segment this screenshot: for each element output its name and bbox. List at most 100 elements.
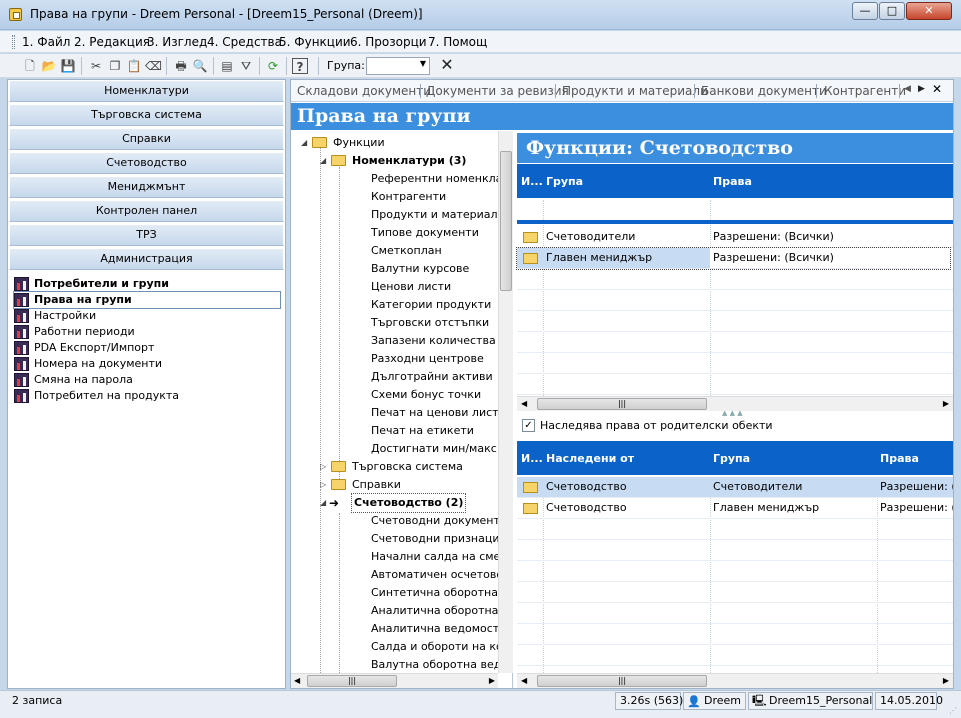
tree-leaf[interactable]: Контрагенти: [371, 188, 446, 206]
tree-leaf[interactable]: Ценови листи: [371, 278, 451, 296]
tab-close-icon[interactable]: ✕: [932, 82, 942, 96]
tree-leaf[interactable]: Автоматичен осчетово: [371, 566, 503, 584]
scroll-left-icon[interactable]: ◀: [521, 676, 527, 685]
tree-leaf[interactable]: Счетоводни признаци: [371, 530, 499, 548]
menu-functions[interactable]: 5. Функции: [279, 35, 351, 49]
scroll-right-icon[interactable]: ▶: [943, 676, 949, 685]
tree-leaf[interactable]: Печат на ценови листи: [371, 404, 506, 422]
scroll-right-icon[interactable]: ▶: [489, 676, 495, 685]
nav-item-users-groups[interactable]: Потребители и групи: [14, 276, 169, 292]
nav-item-document-numbers[interactable]: Номера на документи: [14, 356, 162, 372]
open-folder-icon[interactable]: 📂: [41, 58, 57, 74]
tree-leaf[interactable]: Типове документи: [371, 224, 479, 242]
menu-windows[interactable]: 6. Прозорци: [350, 35, 427, 49]
filter-icon[interactable]: ⛛: [238, 58, 254, 74]
nav-section-reports[interactable]: Справки: [9, 128, 284, 150]
tree-leaf[interactable]: Салда и обороти на ко: [371, 638, 503, 656]
menu-file[interactable]: 1. Файл: [22, 35, 70, 49]
scroll-thumb[interactable]: [500, 151, 512, 291]
tree-vertical-scrollbar[interactable]: [498, 131, 513, 673]
tree-leaf[interactable]: Счетоводни документи: [371, 512, 507, 530]
tree-leaf[interactable]: Начални салда на смет: [371, 548, 507, 566]
tree-leaf[interactable]: Валутна оборотна ведо: [371, 656, 508, 674]
cell-rights[interactable]: Разрешени: (Всички): [710, 248, 950, 268]
app-icon[interactable]: [9, 8, 22, 21]
scroll-thumb[interactable]: |||: [307, 675, 397, 687]
nav-item-product-user[interactable]: Потребител на продукта: [14, 388, 179, 404]
table-row[interactable]: Главен мениджър Разрешени: (Всички): [516, 247, 951, 270]
tab-bank-documents[interactable]: Банкови документи: [701, 84, 827, 98]
column-header-rights[interactable]: Права: [880, 452, 919, 465]
print-icon[interactable]: 🖶: [173, 58, 189, 74]
tree-leaf[interactable]: Търговски отстъпки: [371, 314, 489, 332]
table-row[interactable]: Счетоводство Главен мениджър Разрешени: …: [517, 498, 953, 519]
scroll-left-icon[interactable]: ◀: [521, 399, 527, 408]
close-button[interactable]: ✕: [906, 2, 952, 20]
nav-item-change-password[interactable]: Смяна на парола: [14, 372, 133, 388]
column-header-index[interactable]: И...: [521, 175, 543, 188]
splitter-grip-icon[interactable]: ▲ ▲ ▲: [722, 409, 743, 417]
cut-icon[interactable]: ✂: [88, 58, 104, 74]
tree-leaf[interactable]: Достигнати мин/макс: [371, 440, 497, 458]
tree-leaf[interactable]: Аналитична ведомост: [371, 620, 499, 638]
tree-leaf[interactable]: Категории продукти: [371, 296, 491, 314]
table-row[interactable]: Счетоводство Счетоводители Разрешени: (В…: [517, 477, 953, 498]
tree-leaf[interactable]: Валутни курсове: [371, 260, 469, 278]
tree-leaf[interactable]: Разходни центрове: [371, 350, 484, 368]
tree-leaf[interactable]: Печат на етикети: [371, 422, 474, 440]
layout-icon[interactable]: ▤: [219, 58, 235, 74]
tree-leaf[interactable]: Продукти и материали: [371, 206, 505, 224]
nav-section-trade[interactable]: Търговска система: [9, 104, 284, 126]
clear-filter-icon[interactable]: ✕: [438, 56, 456, 74]
eraser-icon[interactable]: ⌫: [145, 58, 162, 74]
refresh-icon[interactable]: ⟳: [265, 58, 281, 74]
column-header-group[interactable]: Група: [546, 175, 583, 188]
menu-tools[interactable]: 4. Средства: [207, 35, 282, 49]
new-document-icon[interactable]: 🗋: [22, 58, 38, 74]
inherit-checkbox[interactable]: ✓: [522, 419, 535, 432]
tab-warehouse-documents[interactable]: Складови документи: [297, 84, 431, 98]
tree-leaf[interactable]: Сметкоплан: [371, 242, 442, 260]
tab-products-materials[interactable]: Продукти и материали: [562, 84, 708, 98]
nav-section-accounting[interactable]: Счетоводство: [9, 152, 284, 174]
nav-section-administration[interactable]: Администрация: [9, 248, 284, 270]
column-header-group[interactable]: Група: [713, 452, 750, 465]
nav-item-group-rights[interactable]: Права на групи: [13, 291, 281, 309]
maximize-button[interactable]: □: [879, 2, 905, 20]
resize-grip-icon[interactable]: ⋰: [949, 706, 959, 716]
nav-item-pda-export[interactable]: PDA Експорт/Импорт: [14, 340, 154, 356]
tree-leaf[interactable]: Запазени количества: [371, 332, 496, 350]
nav-item-work-periods[interactable]: Работни периоди: [14, 324, 135, 340]
scroll-left-icon[interactable]: ◀: [294, 676, 300, 685]
nav-section-payroll[interactable]: ТРЗ: [9, 224, 284, 246]
nav-section-control-panel[interactable]: Контролен панел: [9, 200, 284, 222]
tab-contractors[interactable]: Контрагенти: [824, 84, 906, 98]
print-preview-icon[interactable]: 🔍: [192, 58, 208, 74]
tree-leaf[interactable]: Аналитична оборотна: [371, 602, 498, 620]
tab-scroll-left-icon[interactable]: ◀: [904, 84, 911, 94]
paste-icon[interactable]: 📋: [126, 58, 142, 74]
save-icon[interactable]: 💾: [60, 58, 76, 74]
column-header-index[interactable]: И...: [521, 452, 543, 465]
scroll-right-icon[interactable]: ▶: [943, 399, 949, 408]
nav-item-settings[interactable]: Настройки: [14, 308, 96, 324]
menu-grip[interactable]: [12, 35, 15, 49]
inherited-grid-hscrollbar[interactable]: ◀ ||| ▶: [517, 673, 953, 688]
tree-leaf[interactable]: Синтетична оборотна: [371, 584, 498, 602]
menu-help[interactable]: 7. Помощ: [428, 35, 487, 49]
tab-revision-documents[interactable]: Документи за ревизия: [426, 84, 569, 98]
table-row[interactable]: Счетоводители Разрешени: (Всички): [517, 227, 953, 248]
scroll-thumb[interactable]: |||: [537, 398, 707, 410]
group-select[interactable]: ▼: [366, 57, 430, 75]
column-header-rights[interactable]: Права: [713, 175, 752, 188]
nav-section-management[interactable]: Мениджмънт: [9, 176, 284, 198]
nav-section-nomenclatures[interactable]: Номенклатури: [9, 80, 284, 102]
menu-edit[interactable]: 2. Редакция: [74, 35, 150, 49]
column-header-inherited-from[interactable]: Наследени от: [546, 452, 634, 465]
menu-view[interactable]: 3. Изглед: [147, 35, 207, 49]
tree-leaf[interactable]: Схеми бонус точки: [371, 386, 481, 404]
help-icon[interactable]: ?: [292, 58, 308, 74]
scroll-thumb[interactable]: |||: [537, 675, 707, 687]
copy-icon[interactable]: ❐: [107, 58, 123, 74]
tree-horizontal-scrollbar[interactable]: ◀ ||| ▶: [291, 673, 498, 688]
